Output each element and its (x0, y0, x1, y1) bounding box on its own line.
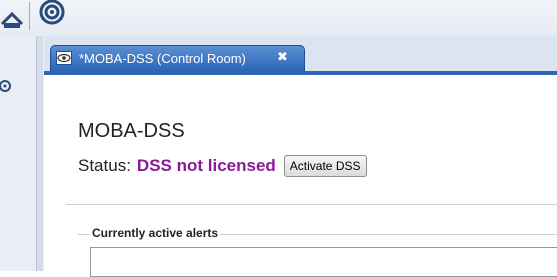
alerts-legend: Currently active alerts (90, 226, 221, 240)
status-value: DSS not licensed (136, 156, 276, 175)
eye-icon (56, 51, 72, 65)
close-icon[interactable]: ✖ (277, 50, 288, 65)
radar-icon[interactable] (34, 0, 70, 30)
panel-tab-icon[interactable] (0, 78, 14, 94)
status-label: Status: (78, 156, 131, 175)
page-title: MOBA-DSS (78, 120, 185, 142)
toolbar (0, 0, 557, 36)
status-row: Status: DSS not licensed Activate DSS (78, 153, 367, 179)
tab-moba-dss-control-room[interactable]: *MOBA-DSS (Control Room) ✖ (50, 45, 305, 71)
left-panel-rail[interactable] (36, 36, 43, 271)
tab-title: *MOBA-DSS (Control Room) (79, 51, 246, 66)
divider (66, 204, 557, 205)
alerts-list[interactable] (90, 247, 557, 277)
activate-dss-button[interactable]: Activate DSS (283, 155, 367, 177)
toolbar-separator (29, 2, 30, 30)
home-network-icon[interactable] (0, 4, 26, 30)
